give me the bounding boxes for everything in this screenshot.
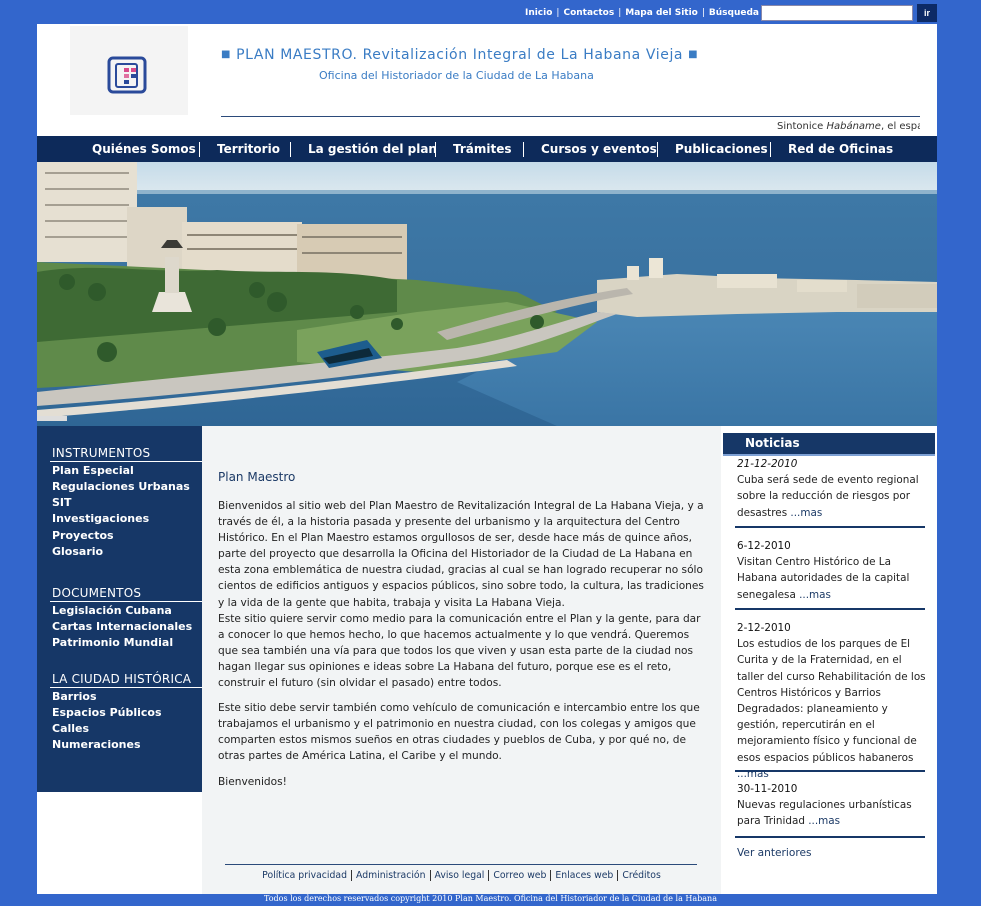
divider: |: [701, 8, 705, 18]
news-item[interactable]: 21-12-2010 Cuba será sede de evento regi…: [737, 456, 931, 521]
divider: |: [618, 8, 622, 18]
sidebar-rule: [50, 461, 202, 462]
header-divider: [221, 116, 920, 117]
news-divider: [735, 836, 925, 838]
sidebar-item-cartas-internacionales[interactable]: Cartas Internacionales: [52, 620, 192, 633]
sidebar-heading-documentos: DOCUMENTOS: [52, 586, 142, 600]
home-link[interactable]: Inicio: [525, 8, 552, 18]
site-title-text: PLAN MAESTRO. Revitalización Integral de…: [236, 47, 684, 63]
news-date: 2-12-2010: [737, 622, 791, 634]
search-input[interactable]: [761, 5, 913, 21]
news-text: Cuba será sede de evento regional sobre …: [737, 474, 919, 519]
nav-red-oficinas[interactable]: Red de Oficinas: [788, 142, 893, 156]
news-heading: Noticias: [723, 433, 935, 456]
footer-link-correo-web[interactable]: Correo web: [488, 870, 551, 881]
sidebar-item-numeraciones[interactable]: Numeraciones: [52, 738, 141, 751]
news-panel: Noticias 21-12-2010 Cuba será sede de ev…: [721, 426, 937, 894]
footer-links: Política privacidad Administración Aviso l…: [202, 870, 721, 881]
footer-divider: [225, 864, 697, 865]
content-paragraph: Bienvenidos!: [218, 775, 287, 788]
news-more-link[interactable]: ...mas: [790, 507, 822, 519]
content-paragraph: Este sitio debe servir también como vehí…: [218, 702, 700, 763]
radio-ticker[interactable]: Sintonice Habáname, el espa: [777, 121, 920, 132]
sidebar-heading-instrumentos: INSTRUMENTOS: [52, 446, 151, 460]
sidebar-item-proyectos[interactable]: Proyectos: [52, 529, 114, 542]
nav-divider: [657, 142, 658, 157]
news-item[interactable]: 2-12-2010 Los estudios de los parques de…: [737, 620, 931, 782]
sidebar-item-glosario[interactable]: Glosario: [52, 545, 103, 558]
content-body: Bienvenidos al sitio web del Plan Maestr…: [218, 498, 710, 799]
title-marker-left: ■: [221, 49, 232, 60]
news-divider: [735, 608, 925, 610]
copyright-notice: Todos los derechos reservados copyright …: [264, 894, 717, 903]
footer-link-enlaces-web[interactable]: Enlaces web: [550, 870, 618, 881]
news-more-link[interactable]: ...mas: [799, 589, 831, 601]
sidebar-rule: [50, 601, 202, 602]
main-nav: Quiénes Somos Territorio La gestión del …: [37, 136, 937, 162]
news-divider: [735, 526, 925, 528]
divider: |: [556, 8, 560, 18]
sidebar-item-plan-especial[interactable]: Plan Especial: [52, 464, 134, 477]
title-marker-right: ■: [688, 49, 699, 60]
sidebar-item-investigaciones[interactable]: Investigaciones: [52, 512, 149, 525]
sidebar-item-legislacion-cubana[interactable]: Legislación Cubana: [52, 604, 172, 617]
news-more-link[interactable]: ...mas: [808, 815, 840, 827]
sidebar-heading-ciudad-historica: LA CIUDAD HISTÓRICA: [52, 672, 192, 686]
utility-bar: Inicio | Contactos | Mapa del Sitio | Bú…: [525, 3, 937, 23]
main-content: Plan Maestro Bienvenidos al sitio web de…: [202, 426, 721, 894]
search-go-button[interactable]: ir: [917, 4, 937, 22]
footer-link-administracion[interactable]: Administración: [351, 870, 430, 881]
sitemap-link[interactable]: Mapa del Sitio: [625, 8, 698, 18]
search-label: Búsqueda: [708, 8, 759, 18]
left-sidebar: INSTRUMENTOS Plan Especial Regulaciones …: [37, 426, 202, 792]
sidebar-rule: [50, 687, 202, 688]
footer-link-aviso-legal[interactable]: Aviso legal: [429, 870, 489, 881]
nav-territorio[interactable]: Territorio: [217, 142, 280, 156]
news-date: 6-12-2010: [737, 540, 791, 552]
logo-icon: [107, 56, 147, 94]
sidebar-item-espacios-publicos[interactable]: Espacios Públicos: [52, 706, 162, 719]
news-item[interactable]: 6-12-2010 Visitan Centro Histórico de La…: [737, 538, 931, 603]
site-logo[interactable]: [70, 26, 188, 115]
news-item[interactable]: 30-11-2010 Nuevas regulaciones urbanísti…: [737, 781, 931, 830]
nav-divider: [435, 142, 436, 157]
nav-divider: [523, 142, 524, 157]
site-title: ■ PLAN MAESTRO. Revitalización Integral …: [221, 47, 698, 63]
content-title: Plan Maestro: [218, 470, 296, 484]
news-archive-link[interactable]: Ver anteriores: [737, 847, 811, 859]
nav-publicaciones[interactable]: Publicaciones: [675, 142, 768, 156]
news-divider: [735, 770, 925, 772]
nav-divider: [199, 142, 200, 157]
sidebar-item-regulaciones-urbanas[interactable]: Regulaciones Urbanas: [52, 480, 190, 493]
page-container: ■ PLAN MAESTRO. Revitalización Integral …: [37, 24, 937, 894]
hero-photo-havana-bay: [37, 162, 937, 426]
news-text: Los estudios de los parques de El Curita…: [737, 638, 926, 764]
sidebar-item-sit[interactable]: SIT: [52, 496, 72, 509]
ticker-suffix: , el espa: [880, 121, 920, 132]
sidebar-item-calles[interactable]: Calles: [52, 722, 89, 735]
site-subtitle: Oficina del Historiador de la Ciudad de …: [319, 69, 594, 82]
content-paragraph: Este sitio quiere servir como medio para…: [218, 612, 701, 690]
contacts-link[interactable]: Contactos: [563, 8, 614, 18]
nav-quienes-somos[interactable]: Quiénes Somos: [92, 142, 196, 156]
news-date: 21-12-2010: [737, 458, 798, 470]
nav-divider: [770, 142, 771, 157]
footer-link-creditos[interactable]: Créditos: [617, 870, 665, 881]
nav-cursos-eventos[interactable]: Cursos y eventos: [541, 142, 657, 156]
footer-link-privacidad[interactable]: Política privacidad: [258, 870, 351, 881]
ticker-prefix: Sintonice: [777, 121, 827, 132]
nav-gestion-plan[interactable]: La gestión del plan: [308, 142, 437, 156]
ticker-station: Habáname: [826, 121, 881, 132]
content-paragraph: Bienvenidos al sitio web del Plan Maestr…: [218, 500, 704, 609]
news-date: 30-11-2010: [737, 783, 798, 795]
sidebar-item-barrios[interactable]: Barrios: [52, 690, 97, 703]
hero-image: [37, 162, 937, 426]
nav-tramites[interactable]: Trámites: [453, 142, 512, 156]
sidebar-item-patrimonio-mundial[interactable]: Patrimonio Mundial: [52, 636, 173, 649]
nav-divider: [290, 142, 291, 157]
